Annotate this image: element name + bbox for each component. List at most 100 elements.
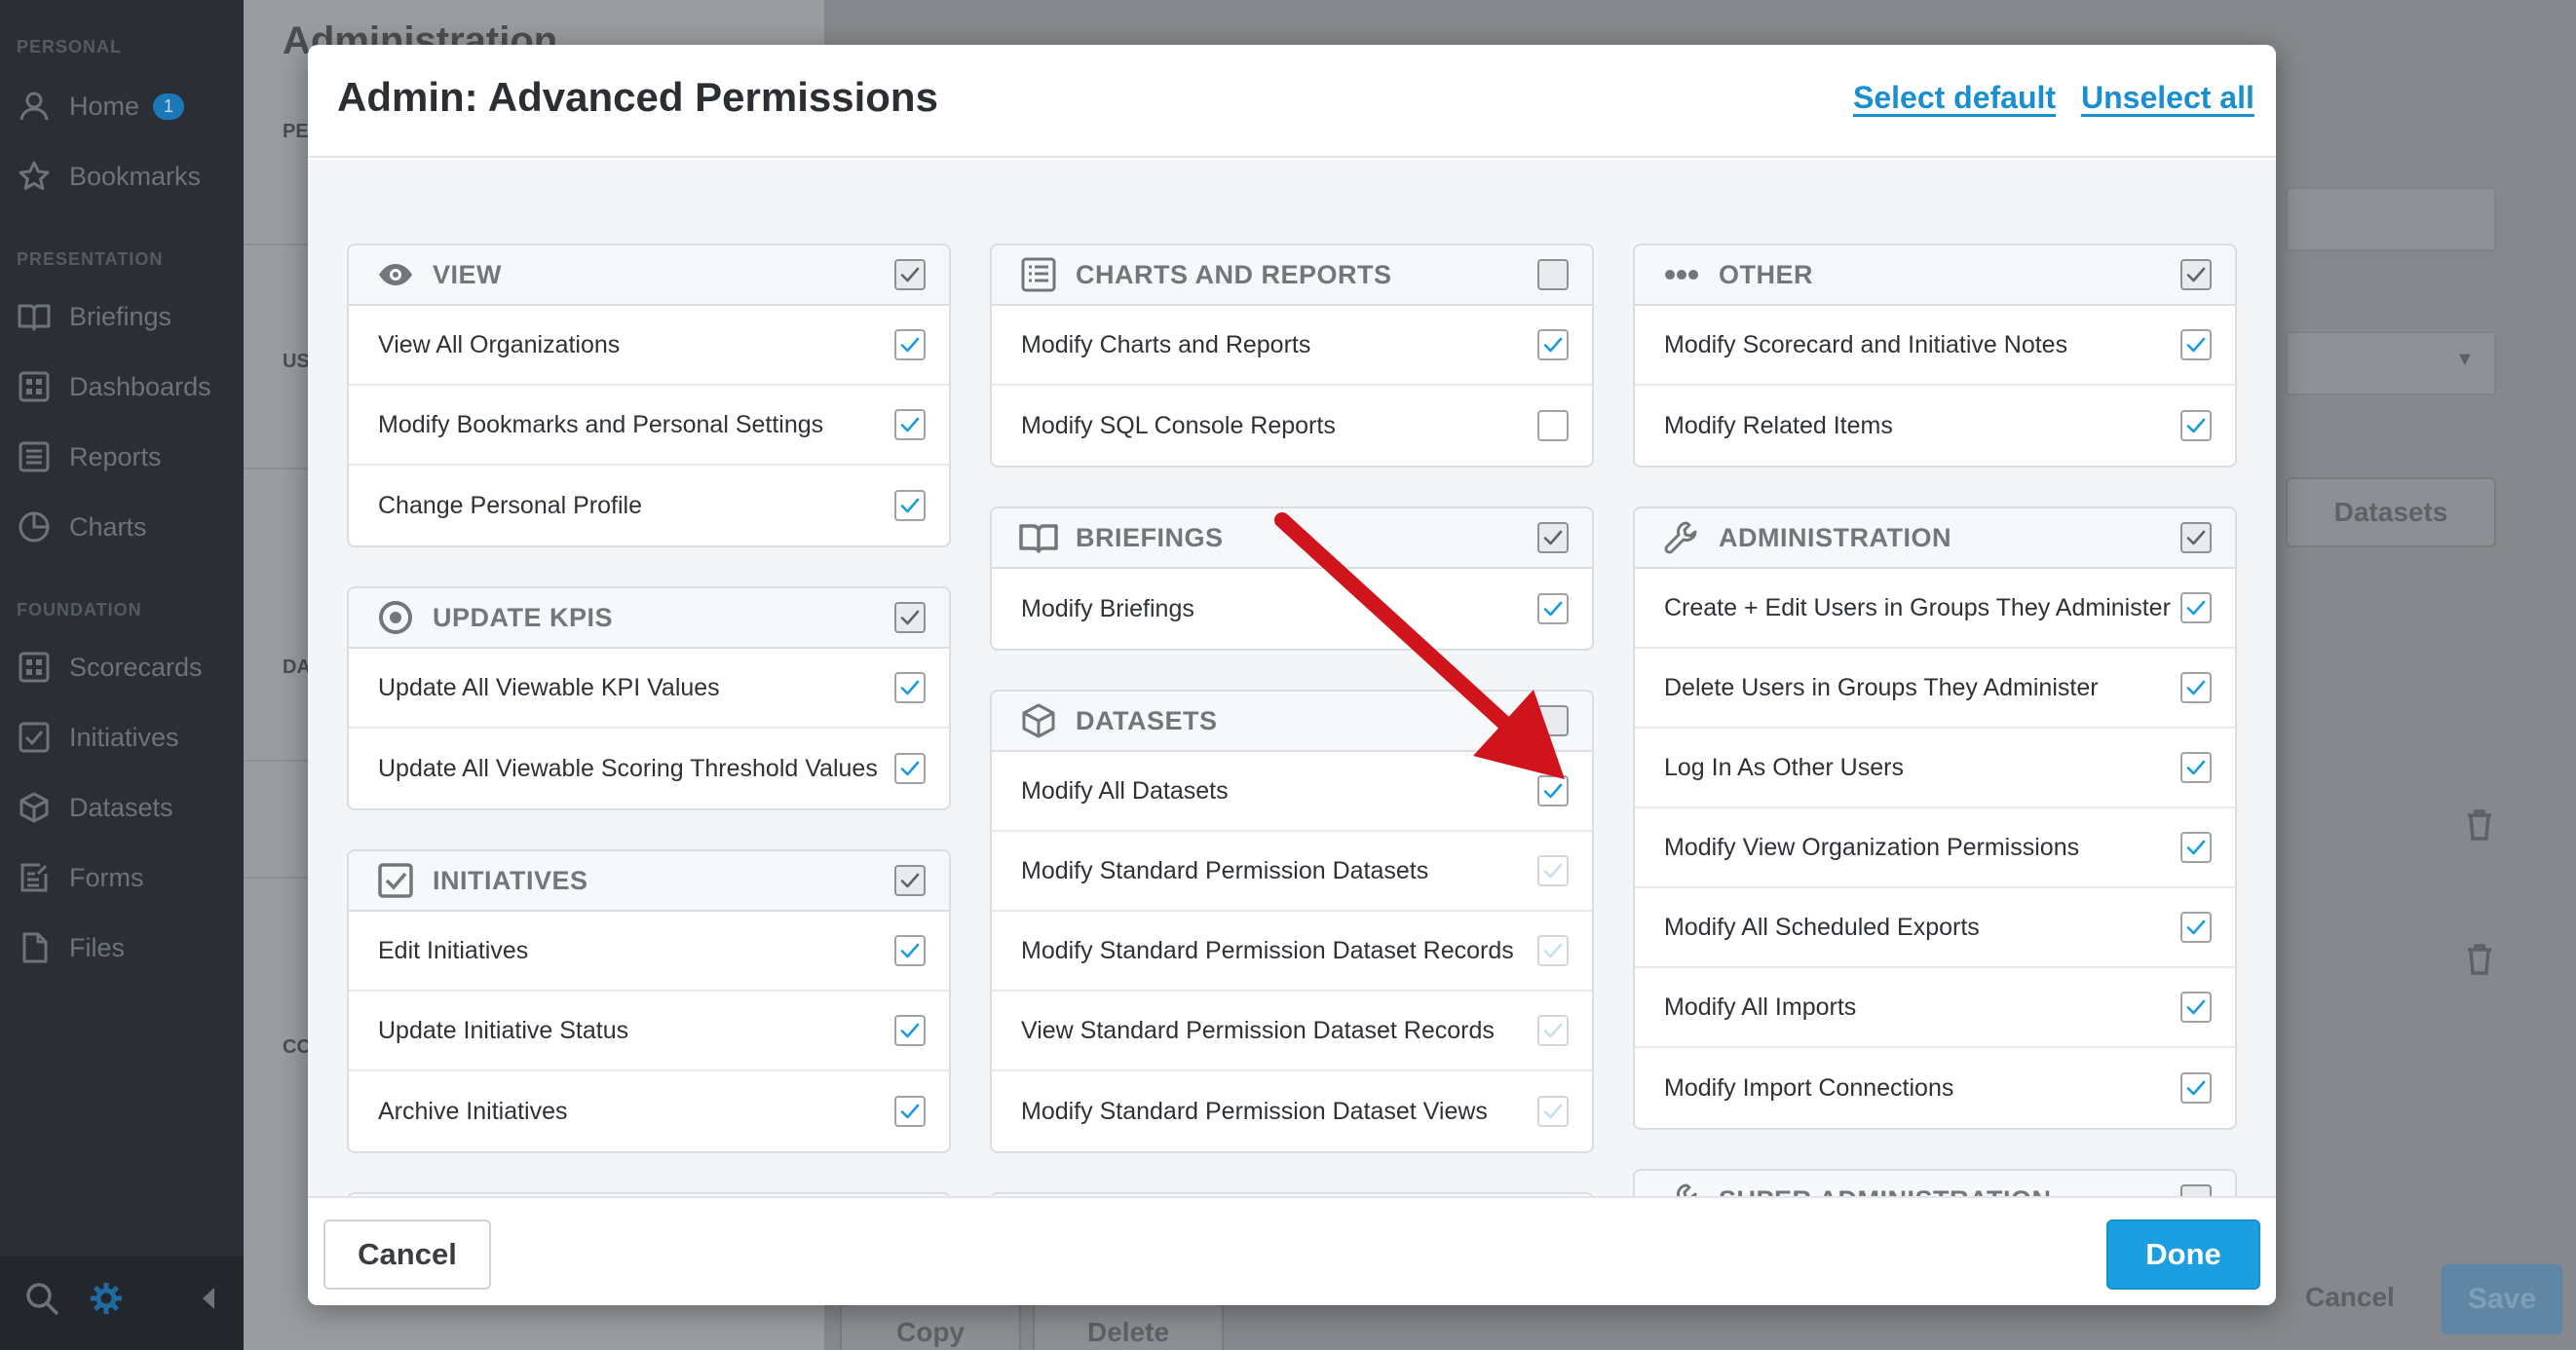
group-select-all-checkbox[interactable] bbox=[2180, 259, 2212, 290]
permission-checkbox[interactable] bbox=[894, 753, 926, 784]
permission-checkbox[interactable] bbox=[1537, 410, 1569, 441]
dots-icon bbox=[1662, 255, 1701, 294]
search-icon[interactable] bbox=[23, 1280, 60, 1322]
cancel-button[interactable]: Cancel bbox=[323, 1219, 491, 1290]
done-button[interactable]: Done bbox=[2106, 1219, 2260, 1290]
permission-checkbox[interactable] bbox=[894, 1015, 926, 1046]
permission-checkbox[interactable] bbox=[1537, 775, 1569, 806]
group-select-all-checkbox[interactable] bbox=[1537, 259, 1569, 290]
permission-checkbox[interactable] bbox=[1537, 1015, 1569, 1046]
unselect-all-link[interactable]: Unselect all bbox=[2081, 80, 2254, 116]
gear-icon[interactable] bbox=[88, 1280, 125, 1322]
sidebar-item-initiatives[interactable]: Initiatives bbox=[17, 713, 179, 762]
permission-row[interactable]: Modify Import Connections bbox=[1635, 1048, 2235, 1128]
permission-row[interactable]: Modify Related Items bbox=[1635, 386, 2235, 466]
permission-checkbox[interactable] bbox=[894, 935, 926, 966]
sidebar-item-label: Dashboards bbox=[69, 371, 211, 401]
permission-checkbox[interactable] bbox=[2180, 752, 2212, 783]
permission-row[interactable]: Modify All Datasets bbox=[992, 752, 1592, 832]
select-default-link[interactable]: Select default bbox=[1853, 80, 2056, 116]
sidebar-item-scorecards[interactable]: Scorecards bbox=[17, 643, 203, 692]
section-label: DA bbox=[283, 656, 311, 678]
permission-row[interactable]: Edit Initiatives bbox=[349, 912, 949, 992]
permission-row[interactable]: Modify Briefings bbox=[992, 569, 1592, 649]
permission-row[interactable]: View Standard Permission Dataset Records bbox=[992, 992, 1592, 1071]
permission-checkbox[interactable] bbox=[894, 490, 926, 521]
collapse-icon[interactable] bbox=[199, 1286, 216, 1316]
sidebar-item-label: Datasets bbox=[69, 792, 173, 822]
permission-label: Change Personal Profile bbox=[378, 491, 642, 519]
permission-row[interactable]: Update All Viewable Scoring Threshold Va… bbox=[349, 729, 949, 808]
group-select-all-checkbox[interactable] bbox=[894, 865, 926, 896]
check-icon bbox=[2186, 337, 2206, 353]
report-icon bbox=[17, 439, 52, 474]
permissions-grid: VIEW View All Organizations Modify Bookmar… bbox=[308, 160, 2276, 1241]
check-icon bbox=[2186, 760, 2206, 775]
check-icon bbox=[2186, 999, 2206, 1015]
permission-row[interactable]: Modify All Scheduled Exports bbox=[1635, 888, 2235, 968]
permission-row[interactable]: Modify Scorecard and Initiative Notes bbox=[1635, 306, 2235, 386]
permission-row[interactable]: Change Personal Profile bbox=[349, 466, 949, 545]
permission-checkbox[interactable] bbox=[1537, 935, 1569, 966]
background-save-button: Save bbox=[2442, 1264, 2562, 1334]
group-select-all-checkbox[interactable] bbox=[894, 259, 926, 290]
background-input bbox=[2286, 187, 2496, 251]
permission-row[interactable]: Update Initiative Status bbox=[349, 992, 949, 1071]
group-select-all-checkbox[interactable] bbox=[1537, 522, 1569, 553]
permission-group-charts-reports: CHARTS AND REPORTS Modify Charts and Repo… bbox=[990, 244, 1594, 468]
sidebar-item-home[interactable]: Home 1 bbox=[17, 82, 185, 131]
check-icon bbox=[900, 873, 920, 888]
permission-checkbox[interactable] bbox=[894, 329, 926, 360]
permission-label: Edit Initiatives bbox=[378, 936, 529, 964]
permission-row[interactable]: Modify Charts and Reports bbox=[992, 306, 1592, 386]
sidebar-item-charts[interactable]: Charts bbox=[17, 503, 147, 551]
group-select-all-checkbox[interactable] bbox=[2180, 522, 2212, 553]
permission-checkbox[interactable] bbox=[1537, 329, 1569, 360]
sidebar-item-datasets[interactable]: Datasets bbox=[17, 783, 173, 832]
permission-row[interactable]: Delete Users in Groups They Administer bbox=[1635, 649, 2235, 729]
permission-checkbox[interactable] bbox=[894, 409, 926, 440]
sidebar-item-label: Charts bbox=[69, 511, 147, 542]
group-select-all-checkbox[interactable] bbox=[894, 602, 926, 633]
permission-checkbox[interactable] bbox=[1537, 593, 1569, 624]
permission-row[interactable]: Modify SQL Console Reports bbox=[992, 386, 1592, 466]
permission-checkbox[interactable] bbox=[2180, 1072, 2212, 1104]
permission-row[interactable]: Archive Initiatives bbox=[349, 1071, 949, 1151]
permission-group-briefings: BRIEFINGS Modify Briefings bbox=[990, 506, 1594, 651]
permission-checkbox[interactable] bbox=[1537, 855, 1569, 886]
permission-row[interactable]: Modify View Organization Permissions bbox=[1635, 808, 2235, 888]
permission-row[interactable]: Modify All Imports bbox=[1635, 968, 2235, 1048]
sidebar-item-reports[interactable]: Reports bbox=[17, 432, 162, 481]
check-icon bbox=[900, 1104, 920, 1119]
sidebar-item-forms[interactable]: Forms bbox=[17, 853, 144, 902]
sidebar-item-bookmarks[interactable]: Bookmarks bbox=[17, 152, 201, 201]
check-icon bbox=[1543, 863, 1563, 879]
group-title: BRIEFINGS bbox=[1076, 522, 1224, 552]
permission-checkbox[interactable] bbox=[2180, 329, 2212, 360]
scorecard-icon bbox=[17, 650, 52, 685]
group-header: INITIATIVES bbox=[349, 851, 949, 912]
permission-checkbox[interactable] bbox=[2180, 912, 2212, 943]
permission-checkbox[interactable] bbox=[2180, 832, 2212, 863]
permission-row[interactable]: View All Organizations bbox=[349, 306, 949, 386]
sidebar-item-dashboards[interactable]: Dashboards bbox=[17, 362, 211, 411]
permission-checkbox[interactable] bbox=[1537, 1096, 1569, 1127]
permission-row[interactable]: Modify Standard Permission Dataset Views bbox=[992, 1071, 1592, 1151]
permission-row[interactable]: Modify Bookmarks and Personal Settings bbox=[349, 386, 949, 466]
permission-row[interactable]: Modify Standard Permission Datasets bbox=[992, 832, 1592, 912]
permission-checkbox[interactable] bbox=[2180, 992, 2212, 1023]
permission-checkbox[interactable] bbox=[2180, 410, 2212, 441]
group-select-all-checkbox[interactable] bbox=[1537, 705, 1569, 736]
check-icon bbox=[1543, 1104, 1563, 1119]
permission-checkbox[interactable] bbox=[2180, 592, 2212, 623]
sidebar-item-files[interactable]: Files bbox=[17, 923, 125, 972]
permission-row[interactable]: Log In As Other Users bbox=[1635, 729, 2235, 808]
permission-row[interactable]: Create + Edit Users in Groups They Admin… bbox=[1635, 569, 2235, 649]
pie-chart-icon bbox=[17, 509, 52, 544]
permission-row[interactable]: Modify Standard Permission Dataset Recor… bbox=[992, 912, 1592, 992]
permission-checkbox[interactable] bbox=[894, 1096, 926, 1127]
permission-row[interactable]: Update All Viewable KPI Values bbox=[349, 649, 949, 729]
sidebar-item-briefings[interactable]: Briefings bbox=[17, 292, 171, 341]
permission-checkbox[interactable] bbox=[894, 672, 926, 703]
permission-checkbox[interactable] bbox=[2180, 672, 2212, 703]
